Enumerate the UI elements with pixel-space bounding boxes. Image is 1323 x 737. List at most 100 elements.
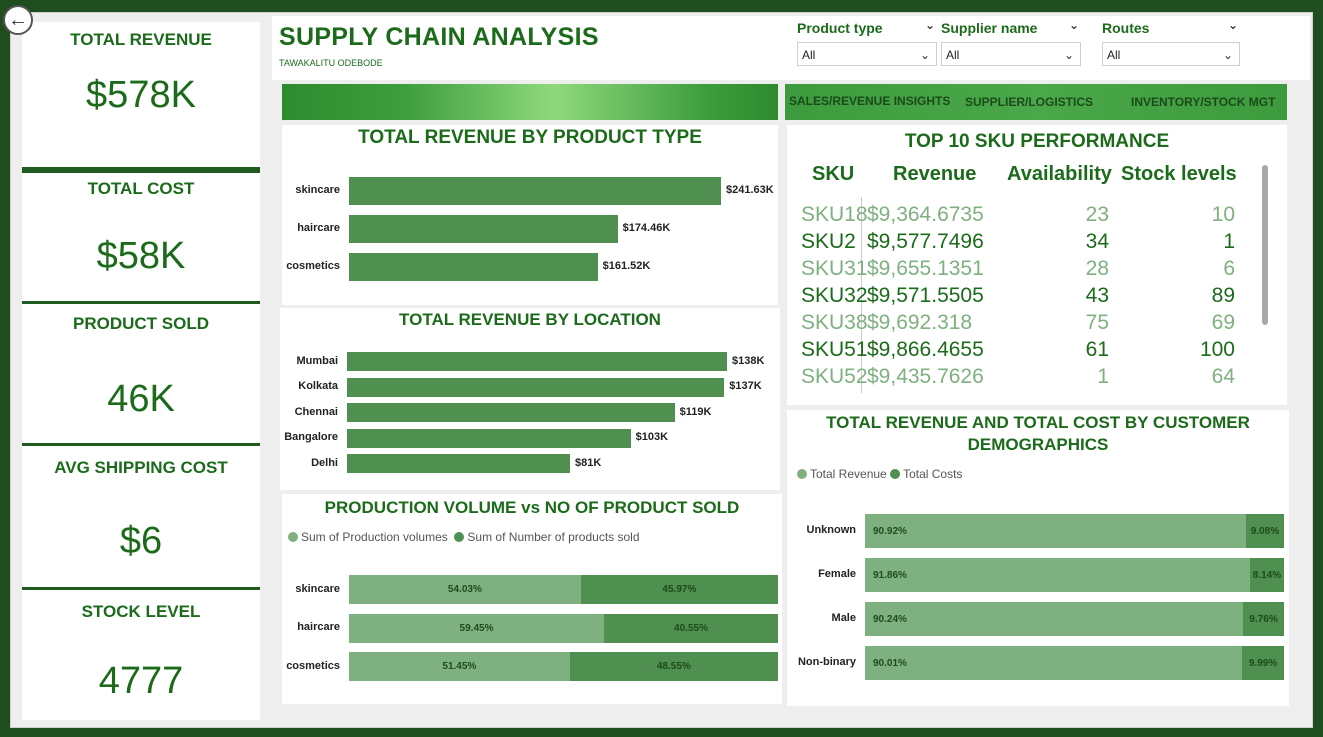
table-cell: $9,655.1351 [867, 257, 984, 280]
category-label: Chennai [294, 405, 338, 418]
filter-select[interactable]: All ⌄ [1102, 42, 1240, 66]
chevron-down-icon[interactable]: ⌄ [925, 18, 935, 32]
bar-segment: 51.45% [349, 652, 570, 681]
page-navigation: SALES/REVENUE INSIGHTS SUPPLIER/LOGISTIC… [785, 84, 1287, 120]
kpi-value: $6 [119, 520, 163, 562]
chart-legend: Total Revenue Total Costs [797, 467, 962, 481]
filter-label: Routes [1102, 20, 1150, 36]
bar [349, 253, 598, 281]
back-arrow-icon[interactable]: ← [3, 5, 33, 35]
kpi-value: 46K [107, 378, 175, 420]
decorative-banner [282, 84, 778, 120]
table-cell: 89 [1211, 284, 1235, 307]
data-label: $138K [732, 354, 765, 367]
table-cell: 1 [1223, 230, 1235, 253]
table-scrollbar[interactable] [1262, 165, 1268, 325]
bar-segment: 45.97% [580, 575, 778, 604]
table-cell: 10 [1211, 203, 1235, 226]
table-cell: SKU18 [801, 203, 868, 226]
bar-segment: 90.01% [865, 646, 1243, 680]
column-header-revenue[interactable]: Revenue [893, 163, 976, 186]
kpi-column: TOTAL REVENUE $578K TOTAL COST $58K PROD… [22, 22, 260, 720]
page-title: SUPPLY CHAIN ANALYSIS [279, 23, 599, 51]
filter-supplier-name[interactable]: Supplier name ⌄ All ⌄ [941, 18, 1081, 66]
table-cell: 100 [1199, 338, 1235, 361]
legend-label: Total Costs [903, 467, 963, 481]
category-label: skincare [295, 582, 340, 595]
bar [347, 352, 727, 371]
kpi-card-total-cost: TOTAL COST $58K [22, 170, 260, 304]
legend-label: Total Revenue [810, 467, 887, 481]
chevron-down-icon: ⌄ [919, 48, 930, 62]
category-label: cosmetics [286, 659, 340, 672]
table-cell: SKU38 [801, 311, 868, 334]
bar [347, 454, 571, 473]
data-label: $137K [729, 380, 762, 392]
column-header-stock-levels[interactable]: Stock levels [1121, 163, 1237, 186]
chart-title: PRODUCTION VOLUME vs NO OF PRODUCT SOLD [324, 498, 740, 517]
legend-dot [288, 532, 298, 542]
chart-title: TOTAL REVENUE AND TOTAL COST BY CUSTOMER… [826, 413, 1250, 454]
chevron-down-icon[interactable]: ⌄ [1069, 18, 1079, 32]
table-cell: SKU2 [801, 230, 856, 253]
data-label: $81K [575, 456, 602, 469]
filter-value: All [1107, 48, 1121, 62]
bar-segment: 9.08% [1245, 514, 1284, 548]
top-sku-performance-table: TOP 10 SKU PERFORMANCE SKU Revenue Avail… [787, 125, 1287, 405]
table-cell: 23 [1085, 203, 1109, 226]
kpi-card-avg-shipping-cost: AVG SHIPPING COST $6 [22, 446, 260, 590]
legend-dot [454, 532, 465, 542]
production-volume-vs-sold-chart: PRODUCTION VOLUME vs NO OF PRODUCT SOLD … [282, 494, 782, 704]
kpi-label: PRODUCT SOLD [73, 314, 209, 333]
kpi-card-product-sold: PRODUCT SOLD 46K [22, 304, 260, 446]
category-label: Male [831, 612, 856, 624]
bar [349, 215, 618, 243]
filter-select[interactable]: All ⌄ [941, 42, 1081, 66]
filter-value: All [802, 48, 816, 62]
column-header-availability[interactable]: Availability [1007, 163, 1112, 186]
revenue-by-location-chart: TOTAL REVENUE BY LOCATION Mumbai $138K Kol… [280, 308, 780, 490]
category-label: haircare [297, 222, 340, 234]
nav-sales-revenue-insights[interactable]: SALES/REVENUE INSIGHTS [789, 94, 950, 108]
category-label: Female [818, 568, 856, 580]
table-cell: $9,364.6735 [867, 203, 984, 226]
kpi-value: 4777 [98, 660, 184, 702]
chart-title: TOTAL REVENUE BY LOCATION [399, 310, 661, 329]
chevron-down-icon[interactable]: ⌄ [1228, 18, 1238, 32]
bar [347, 403, 675, 422]
category-label: Non-binary [797, 656, 856, 668]
bar-segment: 91.86% [865, 558, 1250, 592]
legend-label: Sum of Production volumes [301, 530, 448, 544]
filter-value: All [946, 48, 960, 62]
table-cell: 75 [1085, 311, 1109, 334]
table-cell: SKU32 [801, 284, 868, 307]
table-cell: $9,866.4655 [867, 338, 984, 361]
legend-item: Sum of Production volumes [288, 530, 448, 544]
filter-select[interactable]: All ⌄ [797, 42, 937, 66]
legend-item: Sum of Number of products sold [454, 530, 640, 544]
column-header-sku[interactable]: SKU [812, 163, 854, 186]
category-label: Bangalore [284, 431, 338, 443]
filter-label: Product type [797, 20, 883, 36]
kpi-card-stock-level: STOCK LEVEL 4777 [22, 590, 260, 720]
bar-segment: 9.99% [1242, 646, 1284, 680]
page-subtitle: TAWAKALITU ODEBODE [279, 58, 383, 68]
nav-supplier-logistics[interactable]: SUPPLIER/LOGISTICS [965, 95, 1093, 109]
nav-inventory-stock-mgt[interactable]: INVENTORY/STOCK MGT [1131, 95, 1275, 109]
filter-label: Supplier name [941, 20, 1038, 36]
legend-dot [890, 469, 901, 479]
legend-item: Total Costs [890, 467, 962, 481]
bar [347, 377, 725, 397]
chart-title: TOTAL REVENUE BY PRODUCT TYPE [358, 127, 702, 148]
revenue-by-product-type-chart: TOTAL REVENUE BY PRODUCT TYPE skincare $2… [282, 125, 778, 305]
category-label: Mumbai [296, 354, 338, 367]
filter-routes[interactable]: Routes ⌄ All ⌄ [1102, 18, 1240, 66]
data-label: $161.52K [602, 260, 651, 272]
category-label: Delhi [311, 456, 338, 469]
table-cell: 69 [1211, 311, 1235, 334]
filter-product-type[interactable]: Product type ⌄ All ⌄ [797, 18, 937, 66]
legend-dot [797, 469, 807, 479]
bar-segment: 9.76% [1243, 602, 1284, 636]
bar-segment: 59.45% [349, 613, 605, 643]
table-cell: $9,571.5505 [867, 284, 984, 307]
